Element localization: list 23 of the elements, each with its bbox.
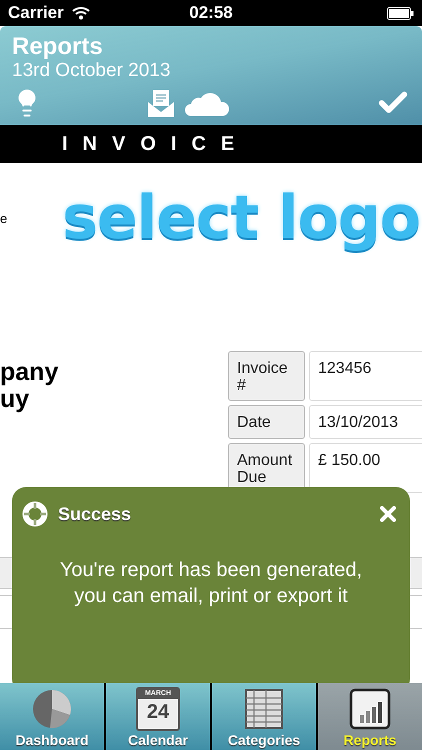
bar-chart-icon — [348, 687, 392, 731]
detail-value[interactable]: 13/10/2013 — [309, 405, 422, 439]
detail-label: Date — [228, 405, 305, 439]
detail-label: Invoice # — [228, 351, 305, 401]
company-name: uy — [0, 386, 30, 413]
detail-value[interactable]: 123456 — [309, 351, 422, 401]
lifebuoy-icon — [22, 501, 48, 527]
wifi-icon — [72, 6, 90, 20]
clock-time: 02:58 — [189, 3, 233, 23]
cloud-icon[interactable] — [185, 90, 229, 116]
spreadsheet-icon — [242, 687, 286, 731]
report-date: 13rd October 2013 — [12, 60, 172, 82]
pie-chart-icon — [30, 687, 74, 731]
invoice-heading: INVOICE — [62, 132, 250, 156]
page-title: Reports — [12, 34, 104, 60]
toast-title: Success — [58, 504, 132, 524]
calendar-day: 24 — [146, 699, 170, 725]
battery-icon — [386, 6, 414, 20]
partial-label: e — [0, 210, 8, 226]
toast-message: You're report has been generated, you can email, print or export it — [58, 558, 364, 609]
company-name: pany — [0, 359, 58, 386]
envelope-icon[interactable] — [147, 88, 175, 118]
carrier-label: Carrier — [8, 3, 64, 23]
